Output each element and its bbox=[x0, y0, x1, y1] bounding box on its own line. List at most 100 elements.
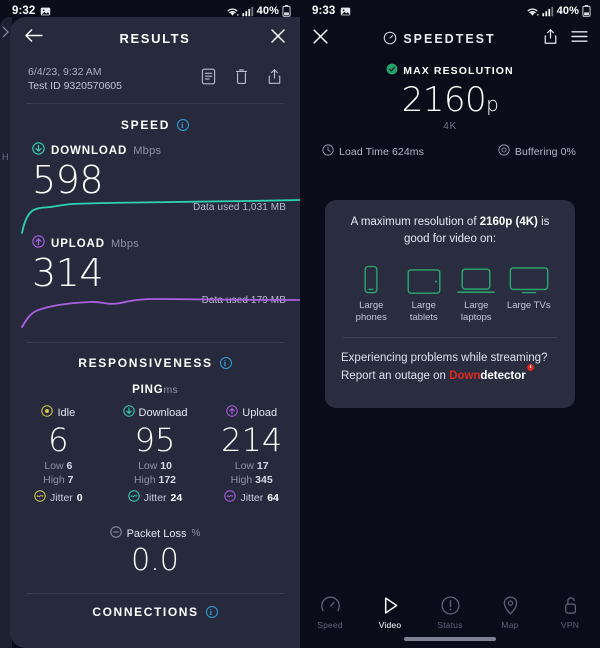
map-pin-icon bbox=[480, 592, 540, 618]
load-time-stat: Load Time 624ms bbox=[322, 144, 424, 159]
info-icon[interactable]: i bbox=[205, 606, 218, 618]
close-button[interactable] bbox=[260, 28, 286, 49]
download-jitter: 24 bbox=[170, 491, 183, 504]
photo-icon bbox=[340, 6, 351, 17]
device-large-tvs: Large TVs bbox=[503, 262, 556, 324]
battery-icon bbox=[582, 5, 591, 17]
idle-label: Idle bbox=[57, 406, 76, 419]
download-low: 10 bbox=[160, 460, 172, 472]
device-label: Large tablets bbox=[409, 300, 438, 323]
laptop-icon bbox=[450, 262, 503, 295]
status-bar-right: 9:33 40% bbox=[300, 0, 600, 22]
connections-section-title[interactable]: CONNECTIONS i bbox=[10, 594, 300, 619]
trash-icon[interactable] bbox=[234, 68, 249, 90]
device-large-laptops: Large laptops bbox=[450, 262, 503, 324]
home-indicator-right bbox=[404, 637, 496, 641]
idle-low: 6 bbox=[66, 460, 73, 472]
max-resolution-value: 2160 bbox=[401, 80, 487, 120]
test-datetime: 6/4/23, 9:32 AM bbox=[28, 66, 102, 78]
brand: SPEEDTEST bbox=[336, 31, 543, 48]
idle-jitter-label: Jitter bbox=[50, 491, 73, 504]
packet-loss-unit: % bbox=[191, 528, 201, 539]
device-label: Large phones bbox=[355, 300, 387, 323]
tab-map[interactable]: Map bbox=[480, 592, 540, 630]
vcard-title-line2: good for video on: bbox=[403, 233, 497, 245]
cellular-signal-icon bbox=[242, 6, 254, 17]
upload-jitter-label: Jitter bbox=[240, 491, 264, 504]
alert-circle-icon bbox=[420, 592, 480, 618]
back-button[interactable] bbox=[24, 28, 50, 48]
buffering-icon bbox=[498, 144, 510, 159]
responsiveness-title-text: RESPONSIVENESS bbox=[78, 356, 213, 370]
share-icon[interactable] bbox=[543, 28, 558, 50]
upload-sparkline bbox=[21, 298, 300, 328]
tab-label: Map bbox=[501, 620, 519, 630]
outage-footer: Experiencing problems while streaming? R… bbox=[341, 338, 559, 385]
buffering-label: Buffering 0% bbox=[514, 145, 576, 158]
idle-circle-icon bbox=[41, 405, 54, 420]
info-icon[interactable]: i bbox=[219, 357, 232, 369]
max-resolution-subtitle: 4K bbox=[443, 121, 457, 132]
idle-high-label: High bbox=[43, 474, 65, 486]
download-jitter-label: Jitter bbox=[143, 491, 167, 504]
wifi-icon bbox=[226, 6, 239, 17]
ping-title: PINGms bbox=[10, 380, 300, 404]
device-large-tablets: Large tablets bbox=[398, 262, 451, 324]
speed-title-text: SPEED bbox=[120, 118, 171, 132]
tab-label: VPN bbox=[560, 620, 580, 630]
battery-percent-left: 40% bbox=[256, 5, 279, 17]
tab-label: Status bbox=[437, 620, 463, 630]
packet-loss-value: 0.0 bbox=[131, 543, 179, 578]
ping-unit: ms bbox=[163, 384, 178, 396]
ping-columns: Idle 6 Low 6 High 7 Jitter 0 Download 95… bbox=[10, 404, 300, 507]
results-card: RESULTS 6/4/23, 9:32 AM Test ID 93205706… bbox=[10, 17, 300, 648]
test-meta-row: 6/4/23, 9:32 AM Test ID 9320570605 bbox=[10, 59, 300, 103]
connections-title-text: CONNECTIONS bbox=[92, 605, 199, 619]
video-stats-row: Load Time 624ms Buffering 0% bbox=[300, 132, 600, 159]
ping-label: PING bbox=[132, 384, 164, 396]
download-unit: Mbps bbox=[133, 145, 162, 157]
tv-icon bbox=[503, 262, 556, 295]
video-card-title: A maximum resolution of 2160p (4K) is go… bbox=[341, 214, 559, 248]
back-arrow-icon bbox=[24, 28, 43, 48]
speedometer-icon bbox=[300, 592, 360, 618]
notes-icon[interactable] bbox=[201, 68, 216, 90]
tab-status[interactable]: Status bbox=[420, 592, 480, 630]
buffering-stat: Buffering 0% bbox=[498, 144, 576, 159]
status-bar-left: 9:32 40% bbox=[0, 0, 300, 22]
video-info-card: A maximum resolution of 2160p (4K) is go… bbox=[325, 200, 575, 408]
downdetector-badge-icon bbox=[526, 364, 534, 372]
info-icon[interactable]: i bbox=[177, 119, 190, 131]
outage-question: Experiencing problems while streaming? bbox=[341, 352, 548, 364]
device-list: Large phones Large tablets Large laptops… bbox=[341, 248, 559, 324]
download-ping-value: 95 bbox=[134, 421, 176, 459]
close-button[interactable] bbox=[312, 28, 336, 50]
tab-video[interactable]: Video bbox=[360, 592, 420, 630]
download-sparkline bbox=[21, 199, 300, 234]
downdetector-detector-text[interactable]: detector bbox=[480, 370, 525, 382]
jitter-icon bbox=[224, 490, 237, 505]
tab-vpn[interactable]: VPN bbox=[540, 592, 600, 630]
download-block: DOWNLOAD Mbps 598 Data used 1,031 MB bbox=[10, 142, 300, 235]
page-title: RESULTS bbox=[119, 30, 191, 46]
device-label: Large laptops bbox=[460, 300, 492, 323]
unlock-icon bbox=[540, 592, 600, 618]
upload-high: 345 bbox=[255, 474, 273, 486]
ping-col-idle: Idle 6 Low 6 High 7 Jitter 0 bbox=[10, 404, 107, 507]
downdetector-down-text[interactable]: Down bbox=[449, 370, 480, 382]
hamburger-menu-icon[interactable] bbox=[571, 30, 588, 48]
status-time: 9:32 bbox=[12, 5, 36, 17]
share-icon[interactable] bbox=[267, 68, 282, 90]
upload-jitter: 64 bbox=[267, 491, 279, 504]
status-time: 9:33 bbox=[312, 5, 336, 17]
video-test-screen: 9:33 40% SPEEDTEST MAX RESOLUTION 2160p … bbox=[300, 0, 600, 648]
upload-ping-value: 214 bbox=[221, 421, 283, 459]
download-high-label: High bbox=[133, 474, 156, 486]
battery-icon bbox=[282, 5, 291, 17]
tab-speed[interactable]: Speed bbox=[300, 592, 360, 630]
max-resolution-suffix: p bbox=[486, 92, 499, 116]
packet-loss-block: Packet Loss % 0.0 bbox=[10, 507, 300, 579]
jitter-icon bbox=[34, 490, 46, 505]
results-screen: 9:32 40% H RESULTS 6/4/23, 9:32 AM Test … bbox=[0, 0, 300, 648]
device-large-phones: Large phones bbox=[345, 262, 398, 324]
